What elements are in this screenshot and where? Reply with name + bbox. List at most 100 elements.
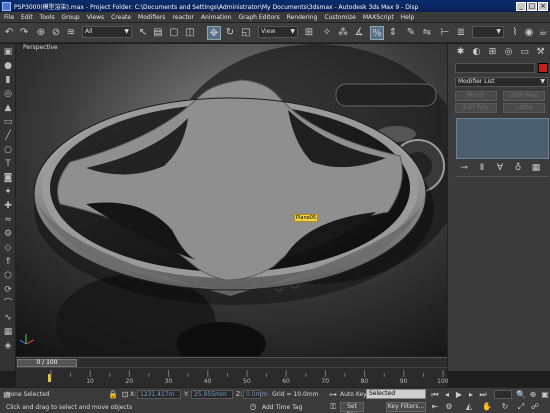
key-mode-dropdown[interactable]: Selected	[366, 389, 426, 399]
select-move-icon[interactable]: ✥	[207, 26, 221, 40]
menu-group[interactable]: Group	[61, 14, 79, 21]
twist-icon[interactable]: ∿	[2, 312, 14, 324]
menu-animation[interactable]: Animation	[201, 14, 232, 21]
menu-file[interactable]: File	[4, 14, 14, 21]
uvw-map-icon[interactable]: ▦	[2, 326, 14, 338]
reference-coord-dropdown[interactable]: View ▼	[258, 26, 298, 38]
menu-maxscript[interactable]: MAXScript	[363, 14, 394, 21]
pivot-center-icon[interactable]: ⊞	[302, 26, 316, 40]
maximize-viewport-icon[interactable]: ⤢	[516, 402, 526, 412]
curve-editor-icon[interactable]: ⌇	[508, 26, 522, 40]
shell-icon[interactable]: ◈	[2, 340, 14, 352]
x-coordinate-field[interactable]: 1231.417m	[137, 390, 181, 399]
unlink-icon[interactable]: ⊘	[49, 26, 63, 40]
configure-sets-icon[interactable]: ▦	[530, 162, 542, 174]
make-unique-icon[interactable]: ∀	[494, 162, 506, 174]
go-to-end-icon[interactable]: ⏭	[478, 390, 488, 400]
menu-reactor[interactable]: reactor	[172, 14, 194, 21]
link-icon[interactable]: ⊕	[34, 26, 48, 40]
extrude-icon[interactable]: ⇑	[2, 256, 14, 268]
uvw-map-button[interactable]: UVW Map	[503, 91, 545, 101]
close-button[interactable]: ×	[538, 1, 548, 11]
menu-edit[interactable]: Edit	[21, 14, 33, 21]
menu-graph-editors[interactable]: Graph Editors	[239, 14, 280, 21]
field-of-view-icon[interactable]: ◭	[464, 402, 474, 412]
object-name-field[interactable]	[455, 63, 535, 73]
lock-selection-icon[interactable]: 🔒	[108, 390, 118, 400]
create-line-icon[interactable]: ╱	[2, 130, 14, 142]
set-key-button[interactable]: Set Key	[340, 402, 364, 413]
spinner-snap-icon[interactable]: ⇕	[386, 26, 400, 40]
create-helper-icon[interactable]: ✚	[2, 200, 14, 212]
edit-poly-icon[interactable]: ◇	[2, 242, 14, 254]
rect-selection-icon[interactable]: ▢	[167, 26, 181, 40]
walk-through-icon[interactable]: ☍	[530, 402, 540, 412]
show-end-result-icon[interactable]: Ⅱ	[476, 162, 488, 174]
zoom-all-icon[interactable]: ⊕	[528, 390, 538, 400]
mirror-icon[interactable]: ⇋	[420, 26, 434, 40]
motion-tab-icon[interactable]: ◎	[502, 46, 515, 58]
lathe-icon[interactable]: ⟳	[2, 284, 14, 296]
modify-tab-icon[interactable]: ◐	[470, 46, 483, 58]
redo-icon[interactable]: ↷	[17, 26, 31, 40]
viewport-label[interactable]: Perspective	[23, 44, 58, 51]
key-filters-button[interactable]: Key Filters...	[386, 402, 426, 412]
y-coordinate-field[interactable]: 25.955mm	[191, 390, 233, 399]
create-camera-icon[interactable]: ◙	[2, 172, 14, 184]
undo-icon[interactable]: ↶	[2, 26, 16, 40]
menu-rendering[interactable]: Rendering	[287, 14, 318, 21]
bend-icon[interactable]: ⌒	[2, 298, 14, 310]
create-tab-icon[interactable]: ✱	[454, 46, 467, 58]
zoom-icon[interactable]: 🔍	[516, 390, 526, 400]
material-editor-icon[interactable]: ◉	[522, 26, 536, 40]
menu-tools[interactable]: Tools	[40, 14, 55, 21]
object-color-swatch[interactable]	[538, 63, 548, 73]
selection-filter-dropdown[interactable]: All ▼	[82, 26, 132, 38]
pan-icon[interactable]: ✋	[482, 402, 492, 412]
minimize-button[interactable]: _	[516, 1, 526, 11]
create-sphere-icon[interactable]: ●	[2, 60, 14, 72]
track-bar[interactable]: 10 20 30 40 50 60 70 80 90 100	[16, 367, 448, 387]
modifier-list-dropdown[interactable]: Modifier List ▼	[455, 77, 548, 87]
menu-views[interactable]: Views	[87, 14, 104, 21]
absolute-mode-icon[interactable]: ⊡	[120, 390, 130, 400]
menu-customize[interactable]: Customize	[324, 14, 356, 21]
create-system-icon[interactable]: ⚙	[2, 228, 14, 240]
play-icon[interactable]: ▶	[454, 390, 464, 400]
named-selection-sets-dropdown[interactable]: ▼	[472, 26, 504, 38]
time-slider[interactable]: 0 / 100	[17, 359, 77, 367]
align-icon[interactable]: ⊢	[438, 26, 452, 40]
remove-modifier-icon[interactable]: ♁	[512, 162, 524, 174]
create-torus-icon[interactable]: ◎	[2, 88, 14, 100]
create-light-icon[interactable]: ✦	[2, 186, 14, 198]
add-time-tag[interactable]: Add Time Tag	[262, 404, 302, 411]
create-spacewarp-icon[interactable]: ≈	[2, 214, 14, 226]
create-cylinder-icon[interactable]: ▮	[2, 74, 14, 86]
menu-modifiers[interactable]: Modifiers	[138, 14, 165, 21]
next-frame-icon[interactable]: ▸	[466, 390, 476, 400]
time-config-icon[interactable]: ⚙	[444, 402, 454, 412]
select-rotate-icon[interactable]: ↻	[223, 26, 237, 40]
display-tab-icon[interactable]: ▭	[518, 46, 531, 58]
bind-spacewarp-icon[interactable]: ≋	[64, 26, 78, 40]
snap-toggle-icon[interactable]: ⁂	[336, 26, 350, 40]
pin-stack-icon[interactable]: ⊸	[458, 162, 470, 174]
auto-key-button[interactable]: Auto Key	[340, 391, 367, 398]
mirror-button[interactable]: Mirror	[455, 91, 497, 101]
select-scale-icon[interactable]: ◱	[239, 26, 253, 40]
set-key-mode-icon[interactable]: ⊶	[328, 390, 338, 400]
named-selection-icon[interactable]: ✎	[404, 26, 418, 40]
prev-frame-icon[interactable]: ◂	[442, 390, 452, 400]
orbit-icon[interactable]: ↻	[500, 402, 510, 412]
key-mode-toggle-icon[interactable]: ⇤	[430, 402, 440, 412]
create-circle-icon[interactable]: ○	[2, 144, 14, 156]
select-object-icon[interactable]: ↖	[136, 26, 150, 40]
maximize-button[interactable]: □	[527, 1, 537, 11]
window-crossing-icon[interactable]: ◫	[183, 26, 197, 40]
menu-create[interactable]: Create	[111, 14, 131, 21]
angle-snap-icon[interactable]: ∡	[352, 26, 366, 40]
percent-snap-icon[interactable]: %	[370, 26, 384, 40]
select-by-name-icon[interactable]: ▤	[151, 26, 165, 40]
zoom-extents-icon[interactable]: ▣	[540, 390, 550, 400]
edit-poly-button[interactable]: Edit Poly	[455, 103, 497, 113]
